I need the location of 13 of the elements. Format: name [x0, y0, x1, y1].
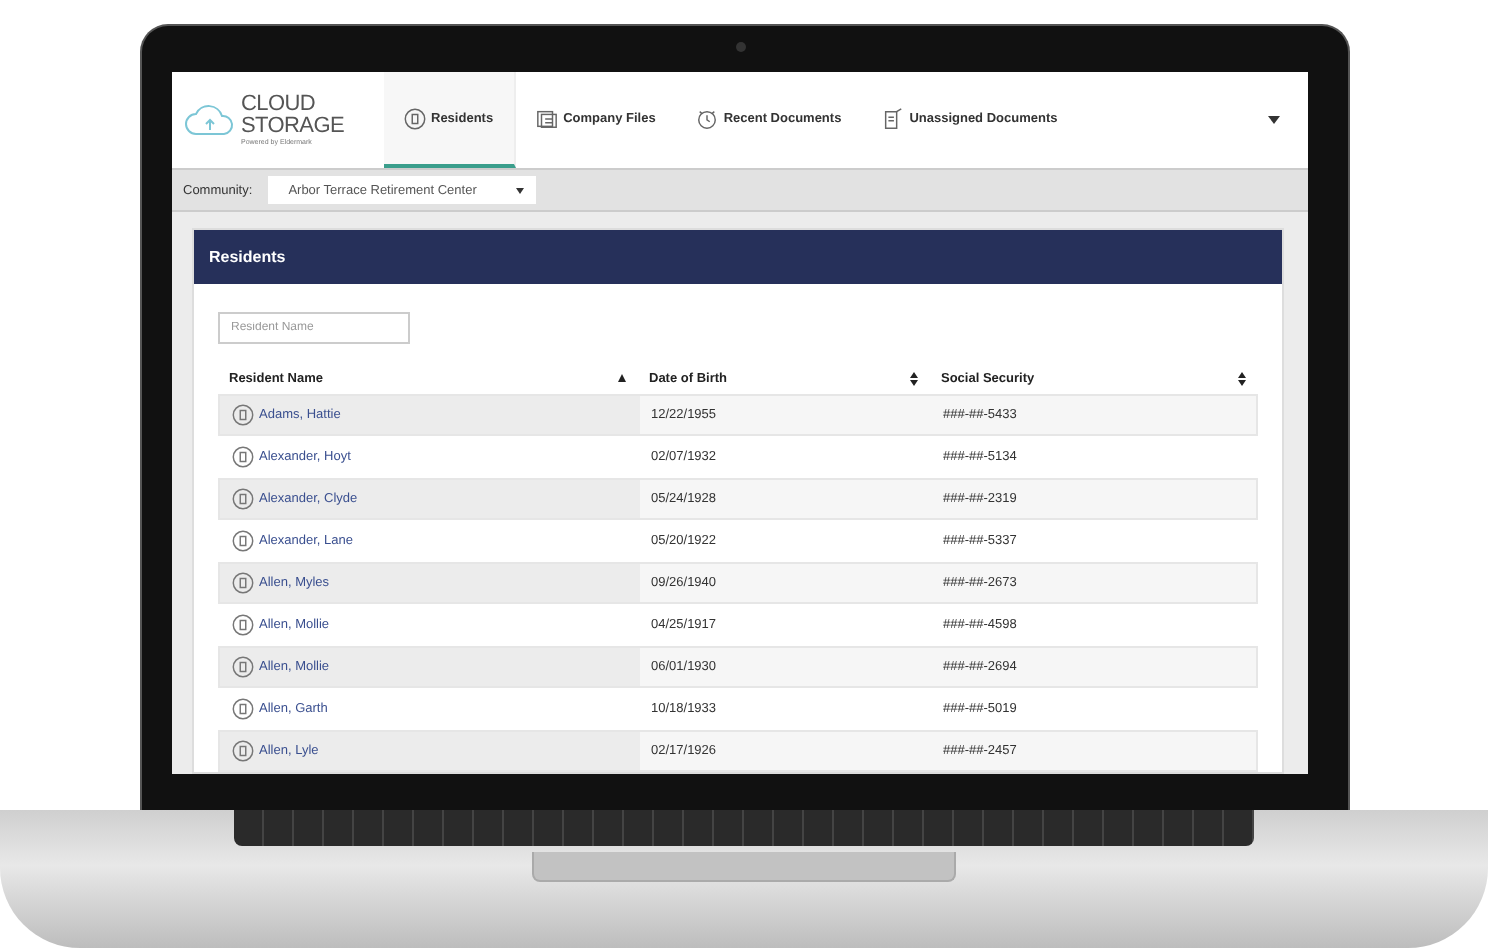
clock-icon	[695, 107, 718, 129]
document-icon	[881, 107, 904, 129]
sort-ascending-icon[interactable]	[617, 374, 625, 382]
files-icon	[535, 107, 558, 129]
logo-text: CLOUD	[241, 93, 318, 116]
sort-icon[interactable]	[909, 371, 917, 385]
logo-text: STORAGE	[241, 115, 344, 138]
camera-icon	[735, 42, 745, 52]
sort-icon[interactable]	[1237, 371, 1245, 385]
dropdown-caret-icon[interactable]	[1267, 116, 1279, 124]
panel-title: Residents	[193, 230, 1281, 284]
caret-icon	[516, 187, 525, 193]
cloud-logo-icon	[183, 102, 235, 138]
